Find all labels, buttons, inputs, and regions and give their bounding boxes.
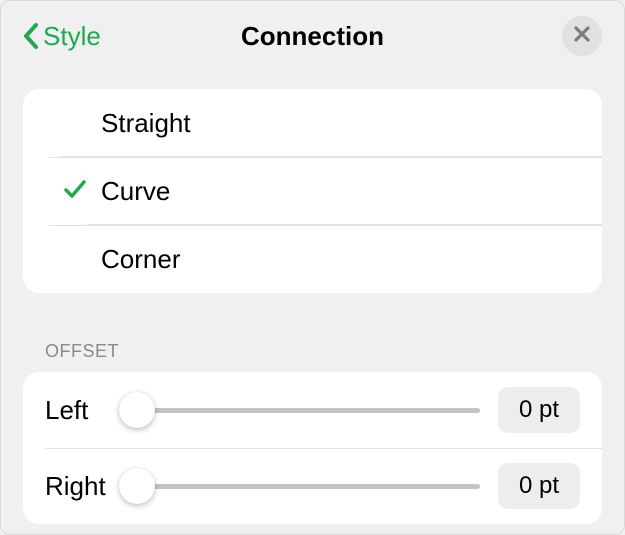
offset-left-label: Left — [45, 395, 119, 426]
connection-option-corner[interactable]: Corner — [49, 225, 602, 293]
slider-thumb[interactable] — [119, 392, 155, 428]
option-label: Curve — [101, 176, 170, 207]
back-label: Style — [43, 21, 101, 52]
close-button[interactable] — [562, 16, 602, 56]
chevron-left-icon — [23, 23, 39, 49]
header-bar: Style Connection — [23, 1, 602, 71]
back-button[interactable]: Style — [23, 21, 101, 52]
offset-right-slider[interactable] — [119, 472, 480, 500]
slider-thumb[interactable] — [119, 468, 155, 504]
connection-type-list: Straight Curve Corner — [23, 89, 602, 293]
page-title: Connection — [23, 21, 602, 52]
slider-track — [119, 408, 480, 413]
offset-right-row: Right 0 pt — [23, 448, 602, 524]
offset-section-header: OFFSET — [45, 341, 602, 362]
close-icon — [573, 25, 591, 48]
offset-right-value[interactable]: 0 pt — [498, 463, 580, 509]
offset-right-label: Right — [45, 471, 119, 502]
offset-left-slider[interactable] — [119, 396, 480, 424]
offset-left-row: Left 0 pt — [23, 372, 602, 448]
offset-panel: Left 0 pt Right 0 pt — [23, 372, 602, 524]
option-label: Corner — [101, 244, 180, 275]
offset-left-value[interactable]: 0 pt — [498, 387, 580, 433]
check-icon — [62, 176, 88, 207]
check-slot — [23, 176, 101, 207]
option-label: Straight — [101, 108, 191, 139]
connection-option-curve[interactable]: Curve — [49, 157, 602, 225]
slider-track — [119, 484, 480, 489]
connection-option-straight[interactable]: Straight — [23, 89, 602, 157]
